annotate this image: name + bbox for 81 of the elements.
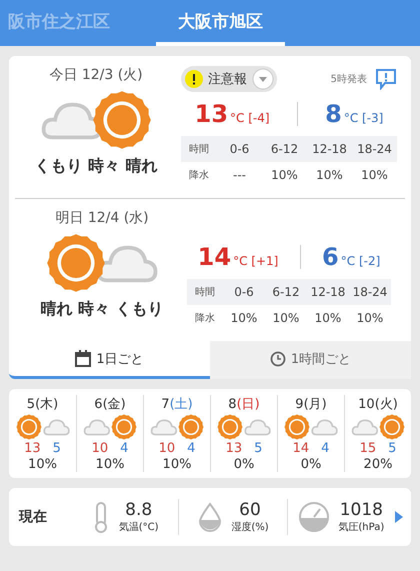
- table-cell-text: 6-12: [271, 285, 301, 299]
- issued-time: 5時発表: [330, 72, 367, 86]
- rain-chance: 10%: [96, 457, 124, 472]
- low-temperature: 5: [52, 441, 61, 456]
- high-temperature: 13: [226, 441, 242, 456]
- table-cell-text: 降水: [188, 168, 210, 182]
- warning-dropdown[interactable]: 注意報: [181, 66, 277, 92]
- table-cell-text: 0-6: [228, 142, 250, 156]
- table-cell-text: 時間: [194, 286, 216, 299]
- gauge-icon: [298, 501, 330, 533]
- weather-icon: [16, 414, 70, 440]
- table-cell-text: 時間: [188, 142, 210, 156]
- caret-icon: [252, 68, 274, 90]
- day-label: 6(金): [94, 396, 126, 413]
- low-temperature: 4: [321, 441, 330, 456]
- table-cell-text: 10%: [356, 311, 384, 325]
- low-temperature: 6°C [-2]: [322, 243, 380, 271]
- table-cell-text: 10%: [315, 168, 344, 182]
- table-cell-text: 6-12: [270, 142, 300, 156]
- reading-label: 気圧(hPa): [338, 521, 384, 534]
- date-label: 今日 12/3 (火): [49, 66, 143, 84]
- weather-icon: [284, 414, 338, 440]
- table-cell-text: 降水: [194, 312, 216, 325]
- rain-chance: 20%: [364, 457, 392, 472]
- high-temperature: 13: [24, 441, 41, 456]
- day-label: 9(月): [295, 396, 327, 413]
- high-temperature: 10: [92, 441, 108, 456]
- low-temperature: 4: [187, 441, 196, 456]
- high-temperature: 13°C [-4]: [194, 100, 270, 128]
- weather-icon: [217, 414, 271, 440]
- low-temperature: 5: [388, 441, 396, 456]
- table-cell-text: 10%: [270, 168, 299, 182]
- table-cell-text: 18-24: [356, 142, 393, 156]
- table-cell-text: 10%: [272, 311, 300, 325]
- table-cell-text: 18-24: [352, 285, 388, 299]
- condition-text: 晴れ 時々 くもり: [40, 299, 164, 320]
- table-cell-text: 10%: [314, 311, 342, 325]
- tab-label: 1日ごと: [96, 350, 144, 368]
- rain-chance: 0%: [234, 457, 254, 472]
- view-tab[interactable]: 1時間ごと: [210, 341, 411, 379]
- clock-icon: [270, 350, 286, 366]
- date-label: 明日 12/4 (水): [55, 209, 149, 227]
- low-temperature: 8°C [-3]: [325, 100, 384, 128]
- high-temperature: 14°C [+1]: [198, 243, 278, 271]
- reading-value: 8.8: [125, 500, 152, 520]
- weather-icon: [351, 414, 405, 440]
- day-label: 7(土): [161, 396, 193, 413]
- rain-chance: 10%: [28, 457, 57, 472]
- warning-icon: [185, 70, 203, 88]
- table-cell-text: 12-18: [311, 142, 348, 156]
- high-temperature: 14: [292, 441, 310, 456]
- condition-text: くもり 時々 晴れ: [34, 156, 158, 177]
- comment-icon[interactable]: [375, 68, 397, 90]
- table-cell-text: 12-18: [310, 285, 346, 299]
- weather-icon: [150, 414, 204, 440]
- rain-chance: 0%: [300, 457, 322, 472]
- day-label: 10(火): [358, 396, 398, 413]
- high-temperature: 10: [158, 441, 176, 456]
- rain-chance: 10%: [162, 457, 192, 472]
- table-cell-text: 0-6: [233, 285, 255, 299]
- high-temperature: 15: [360, 441, 376, 456]
- day-label: 8(日): [228, 396, 260, 413]
- reading-label: 気温(°C): [118, 521, 159, 534]
- weather-icon: [46, 233, 158, 293]
- calendar-icon: [75, 350, 92, 367]
- reading-value: 1018: [340, 500, 383, 520]
- weather-icon: [40, 90, 152, 150]
- location-tab[interactable]: 大阪市旭区: [156, 0, 285, 46]
- low-temperature: 4: [120, 441, 128, 456]
- reading-label: 湿度(%): [231, 520, 269, 534]
- weather-icon: [83, 414, 137, 440]
- table-cell-text: 10%: [230, 311, 258, 325]
- table-cell-text: ---: [232, 168, 247, 182]
- table-cell-text: 10%: [360, 168, 389, 182]
- drop-icon: [197, 502, 224, 532]
- tab-label: 1時間ごと: [290, 350, 352, 368]
- reading-value: 60: [239, 500, 261, 520]
- day-label: 5(木): [26, 396, 58, 413]
- next-arrow-icon[interactable]: [394, 511, 403, 523]
- current-label: 現在: [19, 508, 48, 526]
- low-temperature: 5: [254, 441, 262, 456]
